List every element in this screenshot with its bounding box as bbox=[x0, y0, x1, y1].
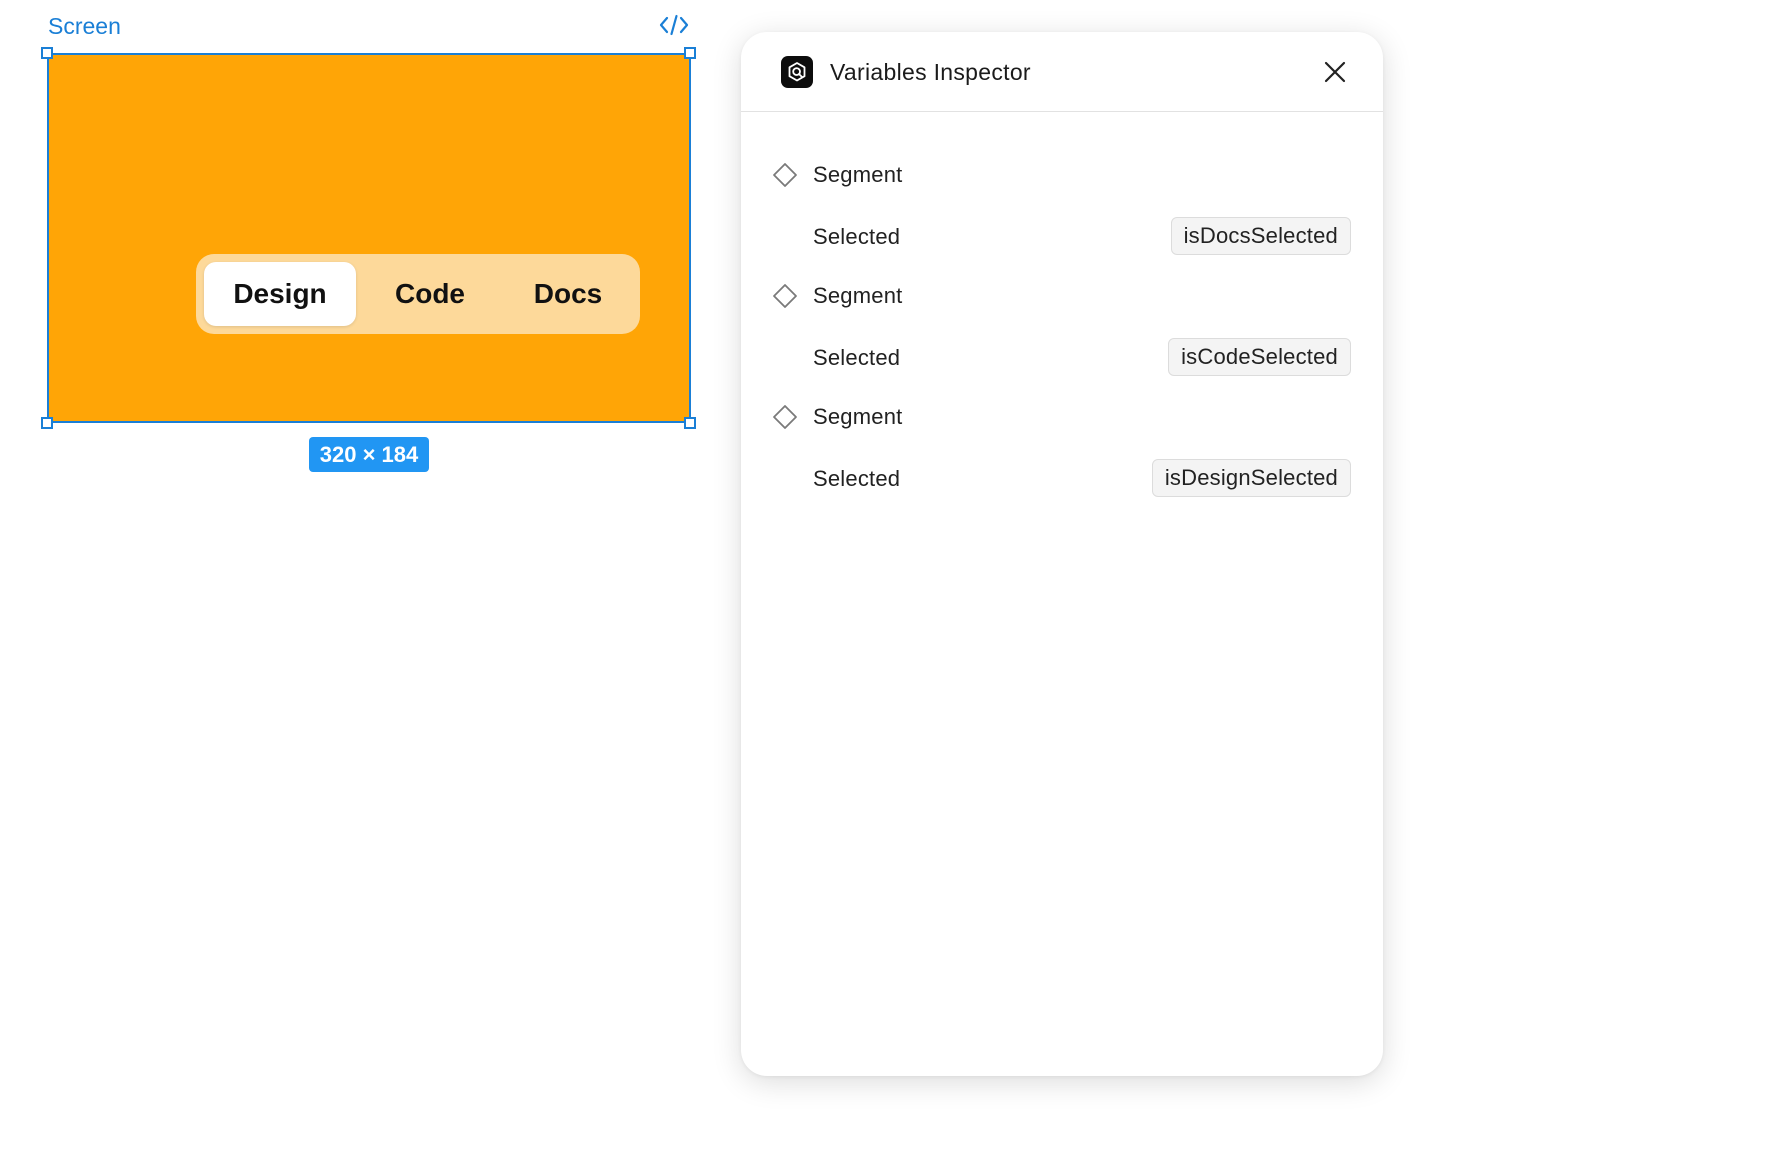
segment-docs[interactable]: Docs bbox=[504, 262, 632, 326]
size-badge: 320 × 184 bbox=[309, 437, 429, 472]
list-item-property: Selected isDesignSelected bbox=[741, 459, 1383, 499]
panel-title: Variables Inspector bbox=[830, 59, 1031, 85]
panel-header: Variables Inspector bbox=[741, 32, 1383, 112]
list-item-segment[interactable]: Segment bbox=[741, 397, 1383, 437]
resize-handle-top-right[interactable] bbox=[684, 47, 696, 59]
variables-inspector-panel: Variables Inspector Segment Selected isD… bbox=[741, 32, 1383, 1076]
variable-chip[interactable]: isDesignSelected bbox=[1151, 459, 1351, 497]
list-item-segment[interactable]: Segment bbox=[741, 276, 1383, 316]
code-icon[interactable] bbox=[659, 13, 689, 37]
list-item-property: Selected isCodeSelected bbox=[741, 338, 1383, 378]
screen-frame[interactable]: Design Code Docs bbox=[47, 53, 691, 423]
row-label: Segment bbox=[813, 162, 903, 187]
variable-chip[interactable]: isDocsSelected bbox=[1170, 217, 1351, 255]
close-icon[interactable] bbox=[1321, 58, 1349, 86]
property-label: Selected bbox=[813, 224, 901, 249]
property-label: Selected bbox=[813, 466, 901, 491]
row-label: Segment bbox=[813, 404, 903, 429]
list-item-segment[interactable]: Segment bbox=[741, 155, 1383, 195]
frame-label[interactable]: Screen bbox=[48, 12, 121, 40]
segment-design[interactable]: Design bbox=[204, 262, 356, 326]
diamond-icon bbox=[773, 405, 797, 429]
resize-handle-bottom-left[interactable] bbox=[41, 417, 53, 429]
plugin-logo-icon bbox=[781, 56, 813, 88]
resize-handle-bottom-right[interactable] bbox=[684, 417, 696, 429]
resize-handle-top-left[interactable] bbox=[41, 47, 53, 59]
variable-chip[interactable]: isCodeSelected bbox=[1168, 338, 1351, 376]
property-label: Selected bbox=[813, 345, 901, 370]
row-label: Segment bbox=[813, 283, 903, 308]
segmented-control: Design Code Docs bbox=[196, 254, 640, 334]
diamond-icon bbox=[773, 284, 797, 308]
list-item-property: Selected isDocsSelected bbox=[741, 217, 1383, 257]
segment-code[interactable]: Code bbox=[356, 262, 504, 326]
diamond-icon bbox=[773, 163, 797, 187]
